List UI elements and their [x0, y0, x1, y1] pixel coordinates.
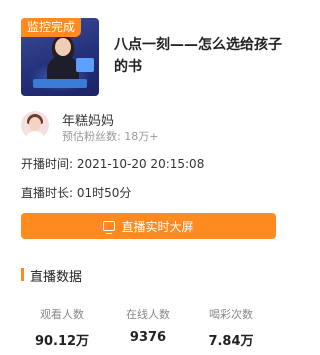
tv-icon — [103, 221, 116, 234]
live-dashboard-label: 直播实时大屏 — [121, 219, 194, 234]
cover-banner — [33, 79, 87, 88]
live-cover-image[interactable]: 监控完成 — [21, 18, 99, 96]
stat-viewers: 观看人数 90.12万 — [22, 306, 102, 349]
stat-cheers: 喝彩次数 7.84万 — [191, 306, 271, 349]
fans-value: 18万+ — [124, 130, 159, 143]
fans-label: 预估粉丝数 — [62, 130, 117, 143]
duration-value: 01时50分 — [76, 186, 132, 200]
live-title[interactable]: 八点一刻——怎么选给孩子的书 — [114, 34, 284, 78]
avatar-face — [29, 117, 41, 131]
cover-screen — [76, 58, 94, 72]
section-title: 直播数据 — [30, 270, 83, 285]
status-badge: 监控完成 — [21, 18, 82, 37]
start-time-value: 2021-10-20 20:15:08 — [76, 157, 205, 171]
start-time-label: 开播时间: — [21, 157, 74, 171]
author-avatar[interactable] — [21, 111, 49, 139]
stat-label: 喝彩次数 — [209, 308, 253, 321]
duration-label: 直播时长: — [21, 186, 74, 200]
avatar-shoulders — [25, 131, 45, 139]
stat-label: 观看人数 — [40, 308, 84, 321]
stat-value: 90.12万 — [34, 334, 90, 349]
stat-value: 7.84万 — [208, 334, 254, 349]
start-time-row: 开播时间: 2021-10-20 20:15:08 — [21, 155, 204, 172]
section-accent-bar — [21, 268, 24, 281]
author-name[interactable]: 年糕妈妈 — [62, 110, 114, 129]
fans-count: 预估粉丝数: 18万+ — [62, 130, 159, 143]
duration-row: 直播时长: 01时50分 — [21, 184, 131, 201]
cover-host-face — [55, 38, 71, 56]
live-dashboard-button[interactable]: 直播实时大屏 — [21, 213, 276, 239]
stat-value: 9376 — [129, 330, 167, 345]
stat-online: 在线人数 9376 — [108, 306, 188, 345]
stat-label: 在线人数 — [126, 308, 170, 321]
